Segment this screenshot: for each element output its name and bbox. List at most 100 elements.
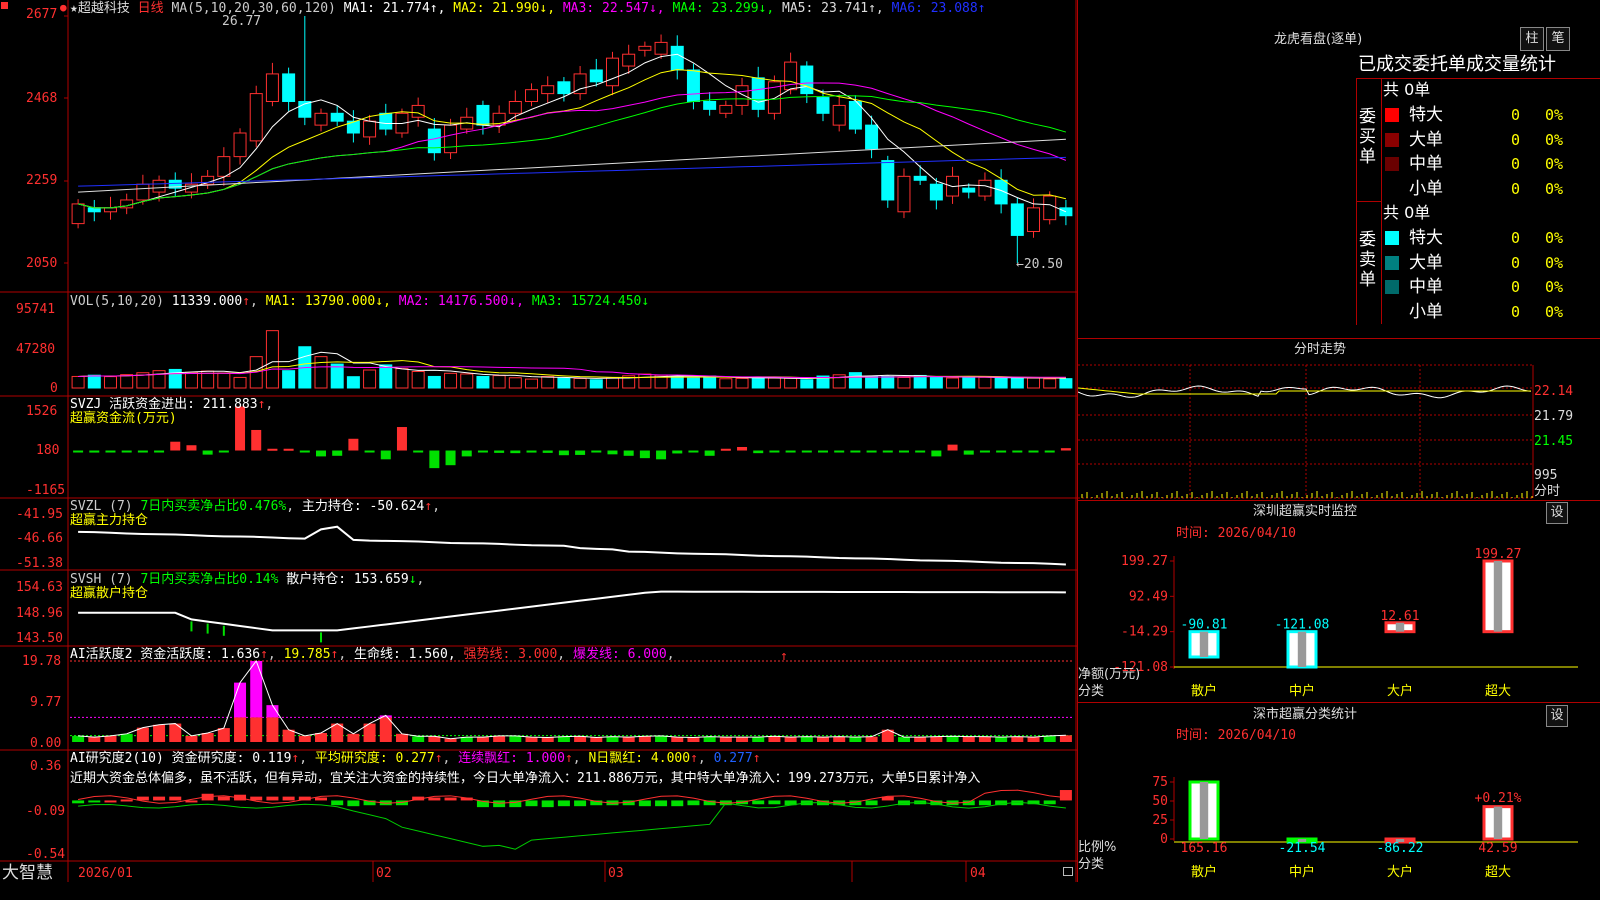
candle-body (379, 112, 393, 130)
ai-sep: , (447, 647, 456, 662)
money-flow-bar (348, 438, 359, 451)
volume-bar (1043, 378, 1057, 389)
buy-side-cell: 委买单 (1357, 79, 1382, 202)
monitor-ylabel: 净额(万元) (1078, 667, 1141, 682)
intraday-axis-label: 995 (1534, 468, 1558, 483)
ai2-axis-label: -0.09 (26, 804, 66, 819)
volume-bar (265, 330, 279, 389)
candle-body (929, 183, 943, 201)
candle-body (152, 179, 166, 193)
research-bar (266, 796, 279, 801)
volume-bar (508, 377, 522, 389)
intraday-axis-label: 22.14 (1534, 384, 1574, 399)
main-chart-area[interactable]: ↑ ● ★超越科技 日线 MA(5,10,20,30,60,120) MA1: … (0, 0, 1077, 882)
money-flow-bar (866, 450, 877, 453)
activity-bar (153, 724, 166, 742)
volume-bar (897, 376, 911, 389)
volume-bar (217, 372, 231, 389)
activity-bar (250, 717, 263, 742)
category-label: 超大 (1485, 865, 1511, 880)
money-flow-bar (672, 450, 683, 454)
volume-bar (848, 372, 862, 389)
activity-bar (379, 717, 392, 742)
bar-group (1384, 621, 1416, 634)
research-bar (104, 800, 117, 803)
order-size-label: 中单 (1409, 154, 1443, 174)
money-flow-bar (607, 450, 618, 455)
volume-bar (978, 376, 992, 389)
money-flow-bar (316, 450, 326, 457)
activity-bar (833, 736, 846, 742)
ai-axis-label: 0.00 (30, 736, 62, 751)
research-bar (185, 800, 198, 803)
volume-bar (913, 374, 927, 389)
retail-holding-line (78, 590, 1066, 632)
research-bar (541, 800, 554, 808)
vol-axis-label: 95741 (16, 302, 56, 317)
monitor-bar-chart[interactable]: 199.2792.49-14.29-121.08-90.81散户-121.08中… (1078, 500, 1600, 700)
category-bar-shade (1395, 622, 1405, 632)
category-label: 中户 (1289, 864, 1315, 880)
candle-body (508, 100, 522, 114)
ma-value: MA3: 15724.450↓ (531, 294, 650, 309)
research-bar (638, 800, 651, 807)
candle-body (654, 41, 668, 55)
money-flow-bar (477, 450, 488, 453)
research-green-line (78, 801, 1066, 850)
classify-bar-chart[interactable]: 75 50 25 0 165.16 散户 -21.54 中户 -86.22 大户 42.59 超大 +0… (1078, 702, 1600, 882)
money-flow-bar (461, 450, 472, 457)
intraday-chart[interactable] (1078, 360, 1600, 520)
tick-mode-button[interactable]: 笔 (1546, 27, 1570, 51)
research-bar (72, 800, 85, 804)
volume-bar (379, 364, 393, 389)
money-flow-bar (445, 450, 456, 466)
ai2-header: AI研究度2(10) 资金研究度: 0.119↑, 平均研究度: 0.277↑,… (70, 751, 761, 766)
research-bar (347, 800, 360, 807)
period-label[interactable]: 日线 (138, 1, 164, 16)
svzj-axis-label: -1165 (26, 483, 66, 498)
candle-body (541, 85, 555, 95)
settings-marker[interactable]: ● (60, 1, 67, 14)
volume-bar (314, 356, 328, 389)
volume-bar (71, 375, 85, 389)
bar-group (1188, 780, 1220, 841)
activity-marker: ↑ (780, 649, 788, 664)
activity-bar (234, 717, 247, 742)
volume-bar (395, 368, 409, 389)
activity-bar (136, 727, 149, 742)
activity-bar (622, 737, 635, 742)
research-bar (120, 799, 133, 802)
right-panel: 龙虎看盘(逐单) 柱 笔 已成交委托单成交量统计 委买单 共 0单 特大 0 0% 大… (1077, 0, 1600, 882)
candle-body (444, 124, 458, 154)
candle-body (622, 53, 636, 67)
activity-bar (509, 735, 522, 742)
money-flow-bar (364, 450, 375, 453)
candle-body (314, 112, 328, 126)
money-flow-bar (186, 445, 197, 451)
activity-bar (638, 736, 651, 742)
category-label: 散户 (1191, 864, 1217, 880)
lock-icon[interactable] (1063, 867, 1073, 876)
research-bar (169, 796, 182, 801)
kline-chart-svg[interactable]: ↑ (0, 0, 1077, 882)
ma-value: MA4: 23.299↓, (672, 1, 783, 16)
candle-body (476, 104, 490, 126)
money-flow-bar (154, 450, 165, 453)
bar-value-label: -121.08 (1275, 618, 1330, 633)
ma-value: MA6: 23.088↑ (891, 1, 986, 16)
order-pct: 0% (1545, 229, 1564, 247)
svzj-label: SVZJ 活跃资金进出: 211.883 (70, 397, 258, 412)
research-bar (493, 800, 506, 808)
money-flow-bar (332, 450, 343, 456)
bar-chart-axis-label: 50 (1152, 794, 1168, 809)
vol-header: VOL(5,10,20) 11339.000↑, MA1: 13790.000↓… (70, 294, 650, 309)
volume-bar (184, 371, 198, 389)
candle-body (557, 81, 571, 95)
volume-bar (573, 378, 587, 389)
svsh-pct: 7日内买卖净占比0.14% (140, 572, 279, 587)
candle-body (525, 89, 539, 102)
lhb-subtitle: 已成交委托单成交量统计 (1358, 54, 1556, 75)
money-flow-bar (850, 450, 861, 453)
bar-mode-button[interactable]: 柱 (1520, 27, 1544, 51)
research-bar (1059, 790, 1072, 801)
